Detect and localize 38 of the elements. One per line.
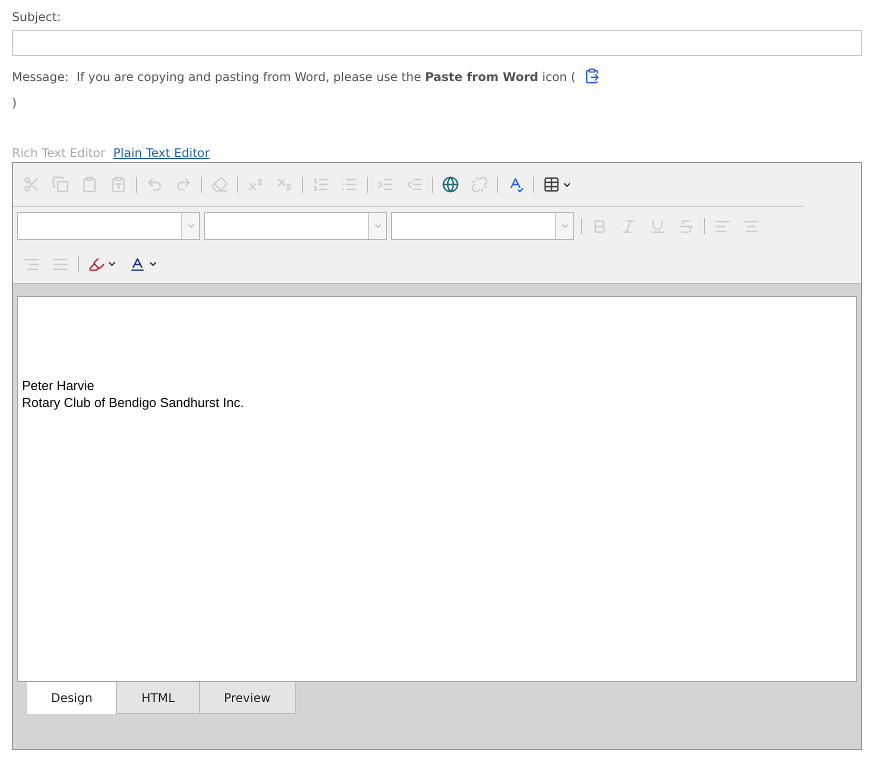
dropdown-field[interactable] <box>391 212 574 240</box>
bullet-list-icon <box>341 176 358 193</box>
clipboard-text-icon <box>110 176 127 193</box>
italic-icon <box>620 218 637 234</box>
outdent-icon <box>406 176 423 193</box>
strikethrough-icon <box>678 218 695 234</box>
subscript-icon <box>276 176 293 193</box>
editor-mode-link[interactable]: Plain Text Editor <box>113 144 210 162</box>
content-line: Rotary Club of Bendigo Sandhurst Inc. <box>22 394 245 411</box>
superscript-icon <box>247 176 264 193</box>
cut-icon <box>23 176 40 193</box>
editor-content[interactable]: Peter Harvie Rotary Club of Bendigo Sandhurst Inc. <box>17 296 857 682</box>
font-color-icon <box>129 256 146 272</box>
subject-label: Subject: <box>12 9 62 26</box>
caret-icon <box>107 259 117 269</box>
dropdown-field[interactable] <box>17 212 200 240</box>
content-line: Peter Harvie <box>22 377 96 394</box>
redo-icon <box>175 176 192 193</box>
undo-icon <box>146 176 163 193</box>
message-label: Message: <box>12 69 69 86</box>
subject-field[interactable] <box>12 30 862 56</box>
view-tab[interactable]: HTML <box>117 682 200 714</box>
eraser-icon <box>211 176 228 193</box>
copy-icon <box>52 176 69 193</box>
highlighter-icon <box>88 256 105 272</box>
numbered-list-icon <box>312 176 329 193</box>
clipboard-icon <box>81 176 98 193</box>
view-tab[interactable]: Design <box>27 682 118 714</box>
indent-icon <box>377 176 394 193</box>
globe-icon <box>442 176 459 193</box>
caret-icon <box>148 259 158 269</box>
view-tab[interactable]: Preview <box>200 682 296 714</box>
dropdown-field[interactable] <box>204 212 387 240</box>
underline-icon <box>649 218 666 234</box>
unlink-icon <box>471 176 488 193</box>
table-icon <box>543 176 560 193</box>
message-note: If you are copying and pasting from Word, please use the Paste from Word icon ( <box>76 69 576 86</box>
message-note-end: ) <box>12 95 17 112</box>
